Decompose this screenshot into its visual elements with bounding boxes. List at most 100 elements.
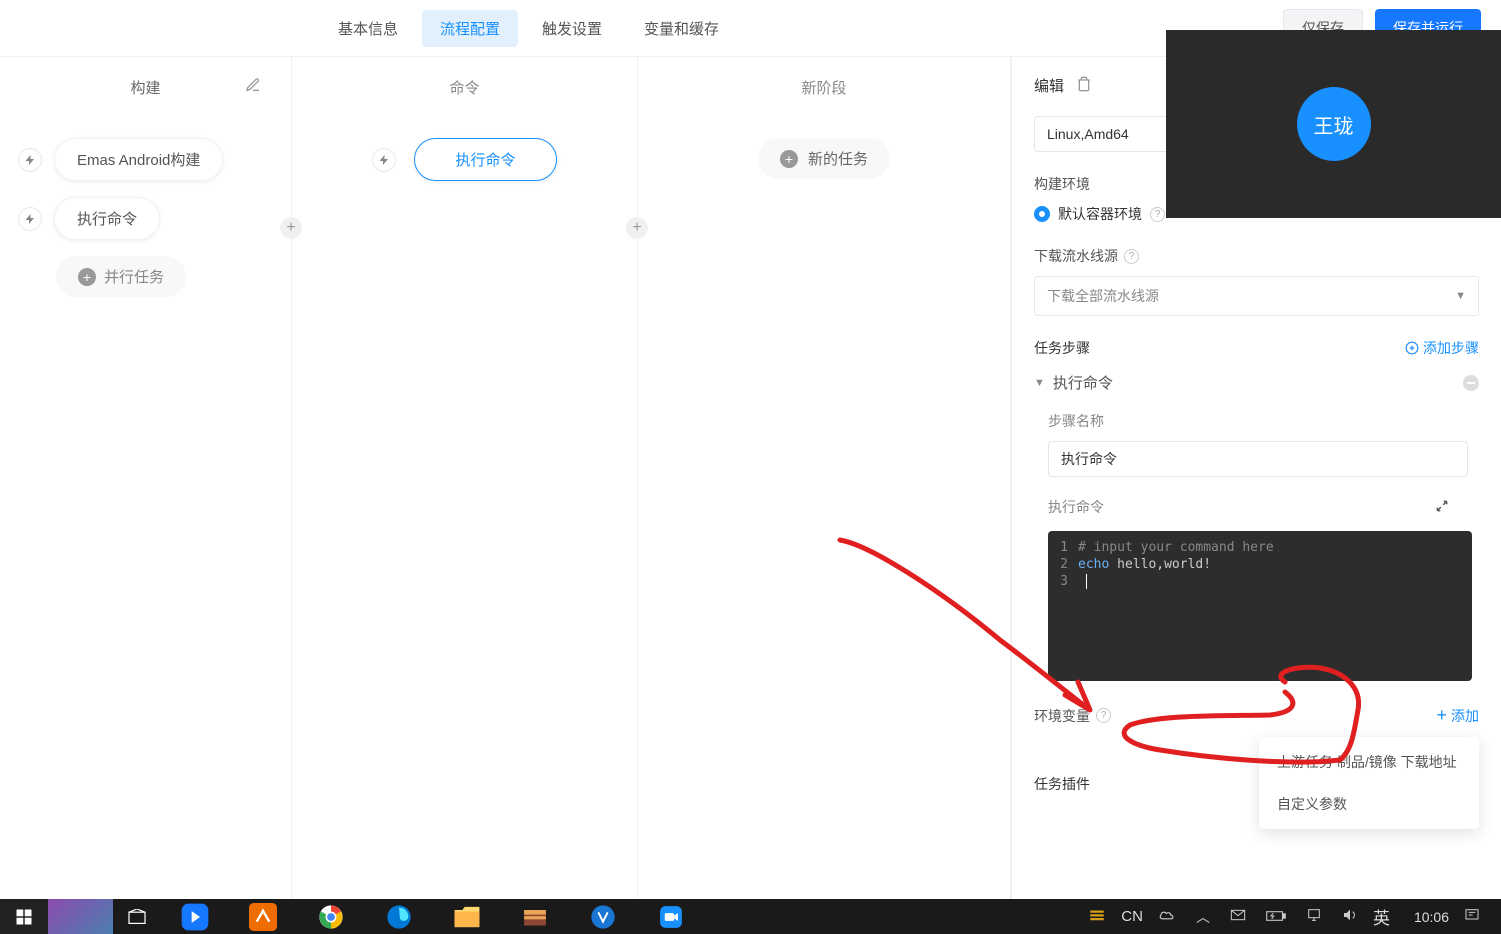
taskbar-app-blue-circle[interactable]: [569, 899, 637, 934]
plus-icon: +: [780, 150, 798, 168]
parallel-task-button[interactable]: + 并行任务: [56, 256, 186, 297]
avatar: 王珑: [1297, 87, 1371, 161]
network-icon[interactable]: [1301, 907, 1327, 926]
env-vars-header: 环境变量 ? + 添加: [1034, 705, 1479, 726]
step-name-label: 步骤名称: [1048, 411, 1479, 431]
code-editor[interactable]: 1 # input your command here 2 echo hello…: [1048, 531, 1472, 681]
help-icon[interactable]: ?: [1124, 249, 1139, 264]
ime-lang: CN: [1121, 908, 1143, 925]
taskbar-app-archive[interactable]: [501, 899, 569, 934]
tab-flow-config[interactable]: 流程配置: [422, 10, 518, 47]
help-icon[interactable]: ?: [1150, 207, 1165, 222]
taskbar-app-edge[interactable]: [365, 899, 433, 934]
node-emas-build[interactable]: Emas Android构建: [54, 138, 223, 181]
dropdown-item-custom[interactable]: 自定义参数: [1259, 783, 1479, 825]
plus-icon: +: [78, 268, 96, 286]
lightning-icon[interactable]: [18, 207, 42, 231]
edit-stage-icon[interactable]: [245, 77, 261, 97]
code-text: hello,world!: [1109, 557, 1211, 572]
code-line-2: 2 echo hello,world!: [1048, 556, 1472, 573]
tab-vars-cache[interactable]: 变量和缓存: [626, 10, 737, 47]
taskbar-app-orange[interactable]: [229, 899, 297, 934]
ime-mode[interactable]: 英: [1373, 904, 1390, 929]
dropdown-item-upstream[interactable]: 上游任务 制品/镜像 下载地址: [1259, 741, 1479, 783]
stage-title-command: 命令: [302, 77, 627, 98]
stage-column-command: 命令 执行命令 +: [292, 57, 638, 934]
stage-column-build: 构建 Emas Android构建 执行命令: [0, 57, 292, 934]
step-exec-header[interactable]: ▼ 执行命令: [1034, 372, 1479, 393]
ime-block[interactable]: CN: [1121, 899, 1143, 934]
task-steps-label: 任务步骤: [1034, 338, 1090, 358]
download-source-group: 下载流水线源 ? 下载全部流水线源 ▼: [1034, 246, 1479, 316]
taskbar-clock[interactable]: 10:06: [1414, 909, 1449, 925]
new-task-label: 新的任务: [808, 148, 868, 169]
taskbar-app-chrome[interactable]: [297, 899, 365, 934]
cmd-label-row: 执行命令: [1048, 497, 1479, 517]
expand-icon[interactable]: [1435, 499, 1449, 516]
download-source-select[interactable]: 下载全部流水线源 ▼: [1034, 276, 1479, 316]
volume-icon[interactable]: [1337, 907, 1363, 926]
plugins-label: 任务插件: [1034, 774, 1090, 794]
add-step-label: 添加步骤: [1423, 338, 1479, 358]
code-cursor: [1078, 574, 1087, 589]
onedrive-icon[interactable]: [1153, 908, 1181, 925]
stage-column-new: 新阶段 + 新的任务: [638, 57, 1011, 934]
taskbar-app-cam[interactable]: [637, 899, 705, 934]
step-exec-title-text: 执行命令: [1053, 372, 1113, 393]
flow-center-3: + 新的任务: [648, 138, 1000, 179]
remove-step-icon[interactable]: [1463, 375, 1479, 391]
chevron-down-icon: ▼: [1455, 290, 1466, 302]
env-var-dropdown: 上游任务 制品/镜像 下载地址 自定义参数: [1259, 737, 1479, 829]
step-exec-title: ▼ 执行命令: [1034, 372, 1113, 393]
mail-icon[interactable]: [1225, 908, 1251, 925]
lightning-icon[interactable]: [18, 148, 42, 172]
code-keyword: echo: [1078, 557, 1109, 572]
code-line-3: 3: [1048, 573, 1472, 590]
radio-checked-icon: [1034, 206, 1050, 222]
lightning-icon[interactable]: [372, 148, 396, 172]
help-icon[interactable]: ?: [1096, 708, 1111, 723]
notifications-icon[interactable]: [1459, 907, 1485, 926]
taskbar-app-folder[interactable]: [433, 899, 501, 934]
line-number: 3: [1056, 574, 1078, 589]
line-number: 2: [1056, 557, 1078, 572]
panel-title: 编辑: [1034, 75, 1064, 96]
build-env-option: 默认容器环境: [1058, 204, 1142, 224]
taskbar-right: CN ︿ 英 10:06: [1083, 899, 1501, 934]
step-name-input[interactable]: [1048, 441, 1468, 477]
chevron-up-icon[interactable]: ︿: [1191, 907, 1215, 927]
tab-trigger-settings[interactable]: 触发设置: [524, 10, 620, 47]
task-view-icon[interactable]: [113, 899, 161, 934]
env-vars-label-row: 环境变量 ?: [1034, 706, 1111, 726]
new-task-button[interactable]: + 新的任务: [758, 138, 890, 179]
battery-icon[interactable]: [1261, 909, 1291, 925]
plus-circle-icon: [1405, 341, 1419, 355]
tray-app-icon[interactable]: [1083, 907, 1111, 926]
windows-taskbar[interactable]: CN ︿ 英 10:06: [0, 899, 1501, 934]
flow-center-2: 执行命令: [302, 138, 627, 181]
code-line-1: 1 # input your command here: [1048, 539, 1472, 556]
node-exec-cmd-active[interactable]: 执行命令: [414, 138, 556, 181]
flow-row-2: 执行命令: [10, 197, 281, 240]
stage-title-build: 构建: [10, 77, 281, 98]
taskbar-app-1[interactable]: [48, 899, 113, 934]
parallel-task-label: 并行任务: [104, 266, 164, 287]
step-body: 步骤名称 执行命令 1 # input your command here 2 …: [1034, 411, 1479, 681]
download-source-label-text: 下载流水线源: [1034, 246, 1118, 266]
stage-title-new: 新阶段: [648, 77, 1000, 98]
taskbar-app-player[interactable]: [161, 899, 229, 934]
download-source-placeholder: 下载全部流水线源: [1047, 286, 1159, 306]
code-comment: # input your command here: [1078, 540, 1274, 555]
delete-icon[interactable]: [1076, 76, 1092, 95]
line-number: 1: [1056, 540, 1078, 555]
node-exec-cmd[interactable]: 执行命令: [54, 197, 160, 240]
add-step-button[interactable]: 添加步骤: [1405, 338, 1479, 358]
flow-row-parallel: + 并行任务: [48, 256, 281, 297]
add-env-var-button[interactable]: + 添加: [1436, 705, 1479, 726]
flow-row-1: Emas Android构建: [10, 138, 281, 181]
task-steps-header: 任务步骤 添加步骤: [1034, 338, 1479, 358]
tab-basic-info[interactable]: 基本信息: [320, 10, 416, 47]
cmd-label: 执行命令: [1048, 497, 1104, 517]
flow-canvas[interactable]: 构建 Emas Android构建 执行命令: [0, 57, 1011, 934]
start-button[interactable]: [0, 899, 48, 934]
